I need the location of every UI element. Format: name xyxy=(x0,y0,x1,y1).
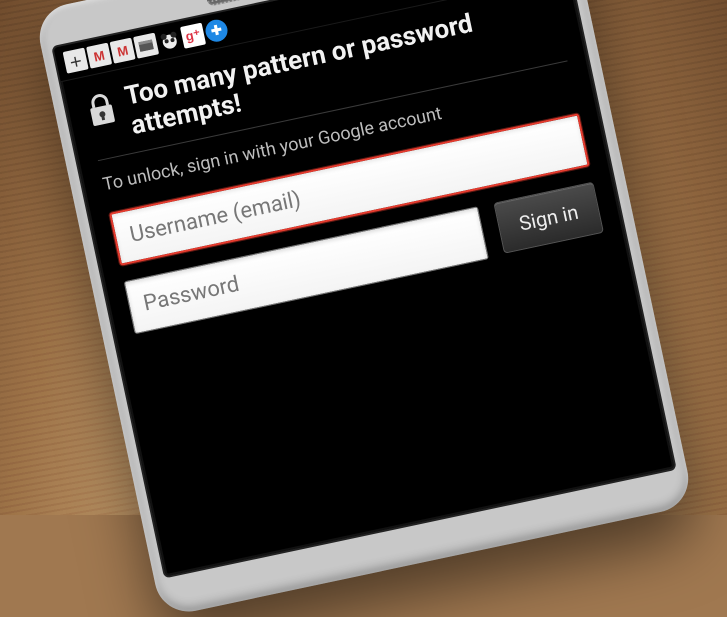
phone-chassis: ＋ M M g⁺ ✚ xyxy=(33,0,694,617)
gmail-icon: M xyxy=(86,42,112,68)
panda-icon xyxy=(156,27,182,53)
signin-label: Sign in xyxy=(516,199,580,235)
google-plus-icon: g⁺ xyxy=(179,22,205,48)
phone-screen: ＋ M M g⁺ ✚ xyxy=(53,0,674,576)
gmail-icon: M xyxy=(109,37,135,63)
card-icon xyxy=(133,32,159,58)
plus-icon: ＋ xyxy=(62,47,88,73)
username-placeholder: Username (email) xyxy=(127,187,302,248)
phone-wrapper: ＋ M M g⁺ ✚ xyxy=(33,0,694,617)
sync-icon: ✚ xyxy=(203,17,229,43)
signin-button[interactable]: Sign in xyxy=(493,181,603,253)
lock-icon xyxy=(84,89,118,128)
password-placeholder: Password xyxy=(141,272,241,317)
